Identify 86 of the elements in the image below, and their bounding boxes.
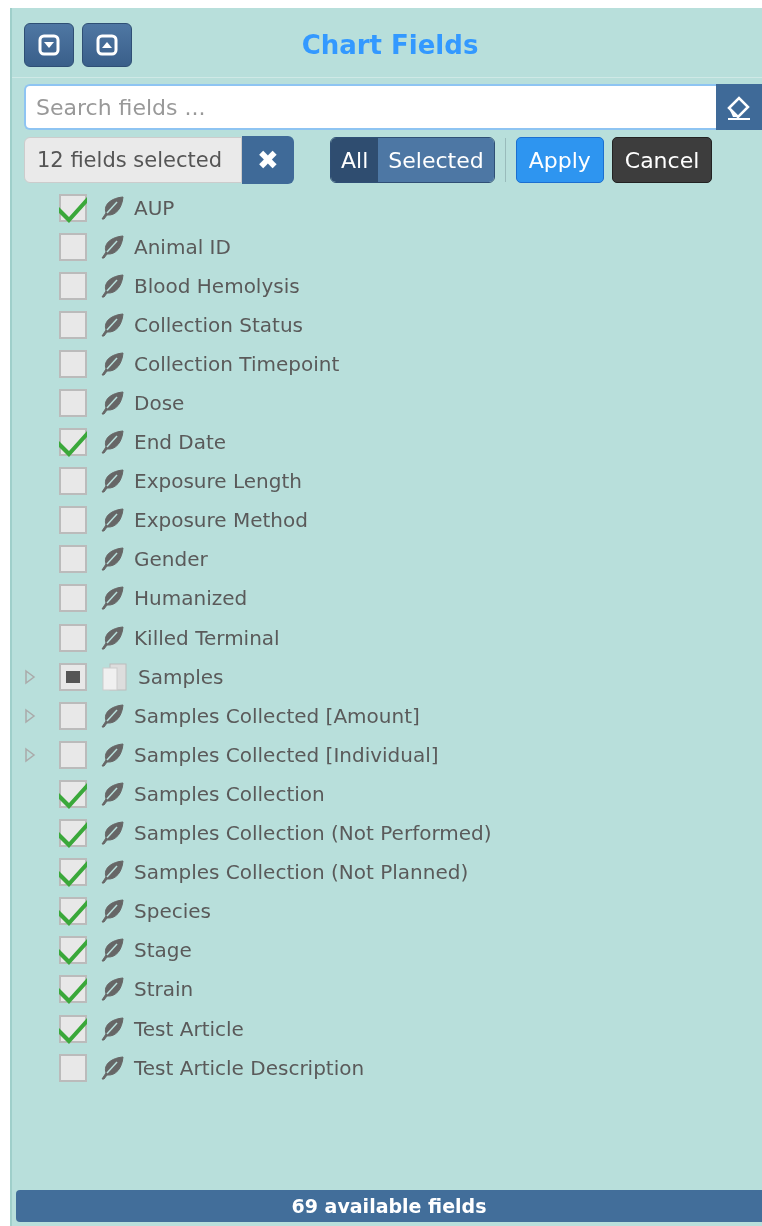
filter-toggle[interactable]: All [331,138,379,182]
leaf-icon [100,430,124,455]
field-label[interactable]: Samples Collected [Individual] [134,742,439,767]
checkbox[interactable] [58,427,88,458]
leaf-icon [100,977,124,1002]
field-label[interactable]: Samples Collection (Not Planned) [134,860,469,885]
checkbox[interactable] [58,388,88,418]
filter-toggle[interactable]: Selected [378,138,494,182]
collapse-all-button[interactable] [24,23,74,67]
clear-selection-button[interactable]: ✖ [242,136,294,184]
leaf-icon [100,312,124,337]
checkbox[interactable] [58,466,88,497]
expand-arrow-icon[interactable] [24,668,36,685]
checkbox[interactable] [58,739,88,770]
leaf-icon [100,351,124,376]
field-label[interactable]: Samples Collection (Not Performed) [134,821,492,846]
selection-summary: 12 fields selected [24,137,242,183]
leaf-icon [100,860,124,885]
field-label[interactable]: Dose [134,391,185,415]
field-label[interactable]: Exposure Method [134,508,308,533]
checkbox[interactable] [58,622,88,653]
checkbox[interactable] [58,192,88,223]
checkbox[interactable] [58,818,88,849]
leaf-icon [100,821,124,846]
documents-icon [100,661,128,692]
leaf-icon [100,469,124,494]
field-label[interactable]: Collection Status [134,312,303,337]
leaf-icon [100,547,124,572]
apply-button[interactable]: Apply [515,137,604,183]
checkbox[interactable] [58,661,88,692]
field-label[interactable]: Humanized [134,586,248,611]
checkbox[interactable] [58,348,88,379]
search-field[interactable]: Search fields ... [24,84,716,130]
leaf-icon [100,781,124,806]
field-label[interactable]: Samples Collection [134,781,325,806]
field-label[interactable]: End Date [134,430,227,455]
checkbox[interactable] [58,544,88,575]
checkbox[interactable] [58,778,88,809]
field-label[interactable]: AUP [134,195,175,220]
field-label[interactable]: Exposure Length [134,469,302,494]
checkbox[interactable] [58,231,88,262]
leaf-icon [100,742,124,767]
checkbox[interactable] [58,700,88,731]
leaf-icon [100,1055,124,1080]
leaf-icon [100,508,124,533]
leaf-icon [100,1016,124,1041]
leaf-icon [100,391,124,415]
checkbox[interactable] [58,270,88,301]
checkbox[interactable] [58,857,88,888]
leaf-icon [100,703,124,728]
field-label[interactable]: Gender [134,547,208,572]
leaf-icon [100,938,124,963]
checkbox[interactable] [58,309,88,340]
leaf-icon [100,273,124,298]
field-label[interactable]: Samples Collected [Amount] [134,703,420,728]
panel-title: Chart Fields [300,30,480,60]
expand-icon [96,34,118,56]
collapse-icon [38,34,60,56]
field-label[interactable]: Species [134,899,211,924]
field-label[interactable]: Collection Timepoint [134,351,340,376]
status-bar: 69 available fields [16,1190,762,1222]
expand-all-button[interactable] [82,23,132,67]
leaf-icon [100,195,124,220]
expand-arrow-icon[interactable] [24,746,36,763]
field-label[interactable]: Samples [138,664,224,689]
checkbox[interactable] [58,935,88,966]
checkbox[interactable] [58,974,88,1005]
checkbox[interactable] [58,896,88,927]
checkbox[interactable] [58,1013,88,1044]
leaf-icon [100,586,124,611]
expand-arrow-icon[interactable] [24,707,36,724]
checkbox[interactable] [58,583,88,614]
field-label[interactable]: Animal ID [134,234,231,259]
checkbox[interactable] [58,1052,88,1083]
field-label[interactable]: Blood Hemolysis [134,273,300,298]
field-label[interactable]: Killed Terminal [134,625,280,650]
leaf-icon [100,234,124,259]
leaf-icon [100,625,124,650]
eraser-button[interactable] [716,84,762,130]
field-label[interactable]: Test Article [134,1016,244,1041]
leaf-icon [100,899,124,924]
checkbox[interactable] [58,505,88,536]
field-label[interactable]: Stage [134,938,192,963]
cancel-button[interactable]: Cancel [611,137,713,183]
field-label[interactable]: Test Article Description [134,1055,365,1080]
field-label[interactable]: Strain [134,977,194,1002]
